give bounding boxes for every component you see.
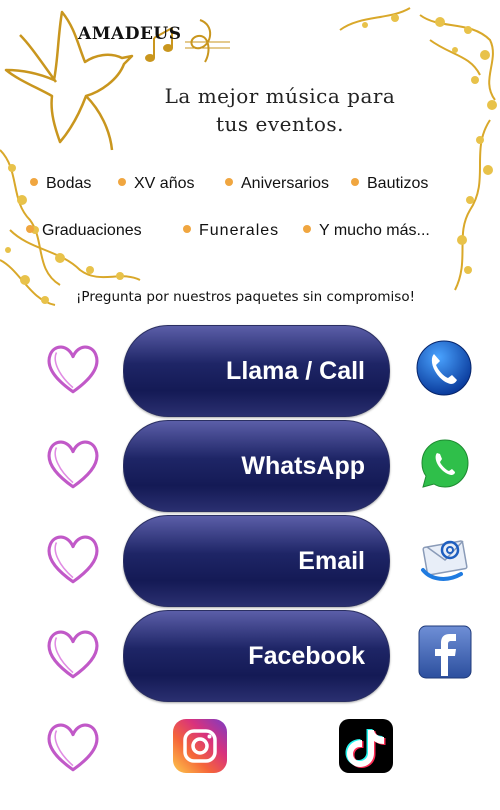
heart-icon <box>47 723 99 772</box>
gold-floral-ornament <box>0 7 497 306</box>
heart-icon <box>47 535 99 584</box>
call-button-label: Llama / Call <box>226 357 365 385</box>
email-button-label: Email <box>298 547 365 575</box>
bullet-icon <box>225 177 233 186</box>
heart-icon <box>47 440 99 489</box>
bullet-icon <box>118 177 126 186</box>
email-icon[interactable] <box>417 530 473 586</box>
service-item: Bautizos <box>351 175 428 193</box>
service-item: Bodas <box>30 175 91 193</box>
brand-logo: AMADEUS <box>78 24 182 44</box>
bullet-icon <box>303 224 311 233</box>
facebook-button-label: Facebook <box>248 642 365 670</box>
bullet-icon <box>26 224 34 233</box>
tagline: La mejor música para tus eventos. <box>140 82 420 138</box>
email-button[interactable]: Email <box>123 515 390 607</box>
heart-icon <box>47 345 99 394</box>
service-item: Graduaciones <box>26 222 142 240</box>
instagram-icon[interactable] <box>172 718 228 774</box>
whatsapp-button[interactable]: WhatsApp <box>123 420 390 512</box>
call-button[interactable]: Llama / Call <box>123 325 390 417</box>
service-item: Funerales <box>183 222 279 240</box>
service-item: Aniversarios <box>225 175 329 193</box>
hero-banner: AMADEUS La mejor música para tus eventos… <box>0 0 500 322</box>
phone-icon[interactable] <box>416 340 472 396</box>
bullet-icon <box>183 224 191 233</box>
tagline-line-2: tus eventos. <box>215 112 345 136</box>
tagline-line-1: La mejor música para <box>164 84 396 108</box>
promo-text: ¡Pregunta por nuestros paquetes sin comp… <box>76 289 416 305</box>
service-item: XV años <box>118 175 194 193</box>
bullet-icon <box>30 177 38 186</box>
facebook-icon[interactable] <box>417 624 473 680</box>
whatsapp-button-label: WhatsApp <box>241 452 365 480</box>
whatsapp-icon[interactable] <box>417 436 473 492</box>
facebook-button[interactable]: Facebook <box>123 610 390 702</box>
service-item: Y mucho más... <box>303 222 430 240</box>
heart-icon <box>47 630 99 679</box>
bullet-icon <box>351 177 359 186</box>
tiktok-icon[interactable] <box>338 718 394 774</box>
